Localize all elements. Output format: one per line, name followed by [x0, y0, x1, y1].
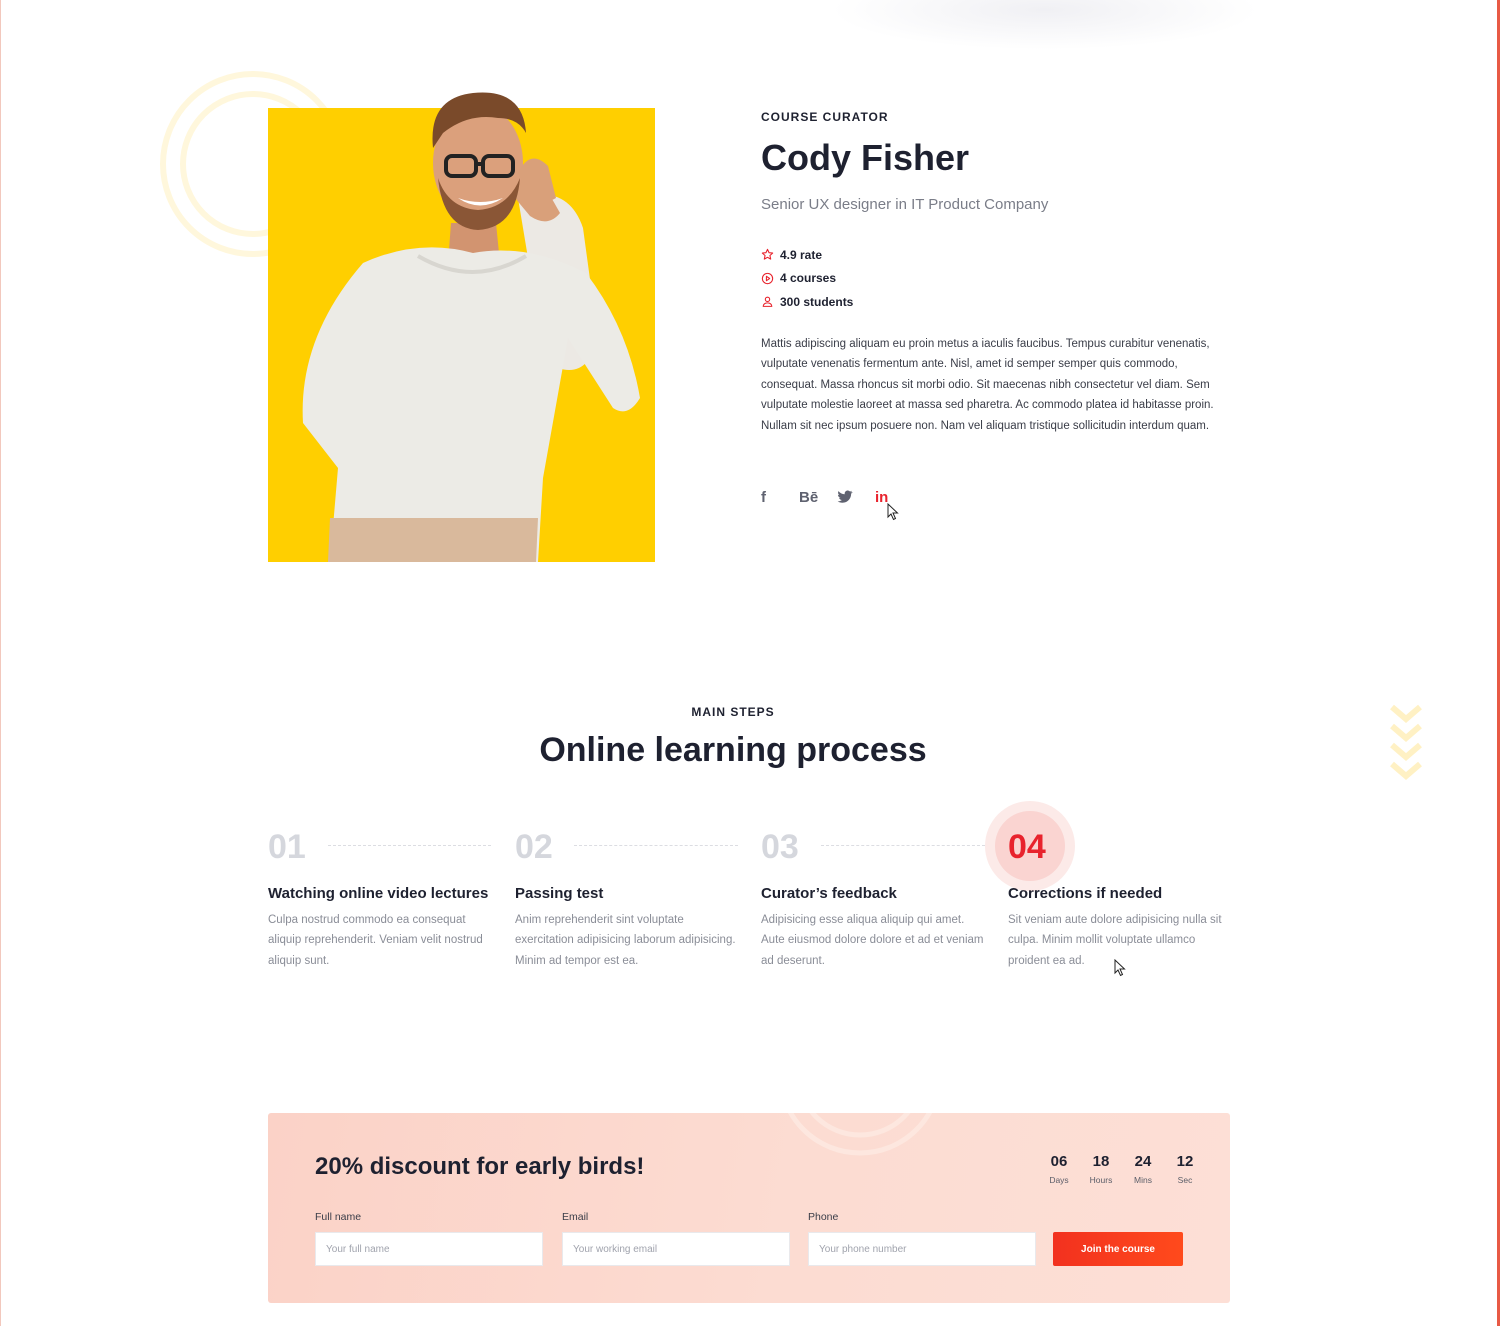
countdown-mins: 24 Mins	[1134, 1153, 1152, 1185]
stat-rate: 4.9 rate	[761, 243, 853, 267]
behance-icon[interactable]: Bē	[799, 485, 837, 509]
step-number: 02	[515, 828, 553, 866]
step-item-4: 04 Corrections if needed Sit veniam aute…	[985, 801, 1233, 971]
step-number: 01	[268, 828, 306, 866]
chevrons-down-icon	[1390, 704, 1422, 780]
full-name-label: Full name	[315, 1211, 362, 1223]
step-item-1: 01 Watching online video lectures Culpa …	[268, 822, 493, 971]
step-description: Anim reprehenderit sint voluptate exerci…	[515, 914, 736, 967]
email-field: Email	[562, 1211, 790, 1266]
twitter-icon[interactable]	[837, 485, 875, 509]
step-item-2: 02 Passing test Anim reprehenderit sint …	[515, 822, 740, 971]
curator-role: Senior UX designer in IT Product Company	[761, 196, 1049, 213]
curator-name: Cody Fisher	[761, 137, 970, 178]
page-border-right	[1497, 0, 1500, 1326]
countdown-days: 06 Days	[1049, 1153, 1069, 1185]
phone-field: Phone	[808, 1211, 1036, 1266]
countdown-timer: 06 Days 18 Hours 24 Mins 12 Sec	[1038, 1153, 1206, 1185]
step-number: 03	[761, 828, 799, 866]
decorative-rings	[787, 1113, 933, 1156]
steps-section-title: Online learning process	[539, 731, 927, 769]
curator-bio: Mattis adipiscing aliquam eu proin metus…	[761, 338, 1214, 432]
step-item-3: 03 Curator’s feedback Adipisicing esse a…	[761, 822, 986, 971]
mouse-cursor-icon	[887, 503, 899, 521]
step-title: Curator’s feedback	[761, 885, 897, 902]
stat-courses-text: 4 courses	[780, 271, 837, 286]
curator-section-label: COURSE CURATOR	[761, 110, 889, 124]
email-label: Email	[562, 1211, 589, 1223]
countdown-sec: 12 Sec	[1176, 1153, 1194, 1185]
phone-label: Phone	[808, 1211, 839, 1223]
step-number-active: 04	[985, 801, 1233, 891]
step-description: Culpa nostrud commodo ea consequat aliqu…	[268, 914, 483, 967]
promo-title: 20% discount for early birds!	[315, 1153, 645, 1180]
curator-photo	[302, 92, 640, 562]
full-name-field: Full name	[315, 1211, 543, 1266]
curator-stats: 4.9 rate 4 courses 300 students	[761, 243, 853, 314]
step-title: Watching online video lectures	[268, 885, 489, 902]
stat-courses: 4 courses	[761, 267, 853, 291]
promo-banner: 20% discount for early birds! 06 Days 18…	[268, 1113, 1230, 1303]
mouse-cursor-icon	[1114, 959, 1126, 977]
full-name-input[interactable]	[315, 1232, 543, 1266]
step-description: Adipisicing esse aliqua aliquip qui amet…	[761, 914, 984, 967]
stat-rate-text: 4.9 rate	[780, 247, 823, 262]
join-course-button[interactable]: Join the course	[1053, 1232, 1183, 1266]
countdown-hours: 18 Hours	[1089, 1153, 1113, 1185]
user-icon	[762, 296, 773, 308]
header-shadow	[830, 0, 1260, 50]
steps-section-label: MAIN STEPS	[691, 705, 775, 719]
facebook-icon[interactable]: f	[761, 485, 799, 509]
play-circle-icon	[761, 272, 774, 284]
phone-input[interactable]	[808, 1232, 1036, 1266]
star-icon	[761, 249, 774, 260]
stat-students: 300 students	[761, 290, 853, 314]
page-border-left	[0, 0, 1, 1326]
stat-students-text: 300 students	[780, 294, 854, 309]
step-title: Passing test	[515, 885, 604, 902]
email-input[interactable]	[562, 1232, 790, 1266]
